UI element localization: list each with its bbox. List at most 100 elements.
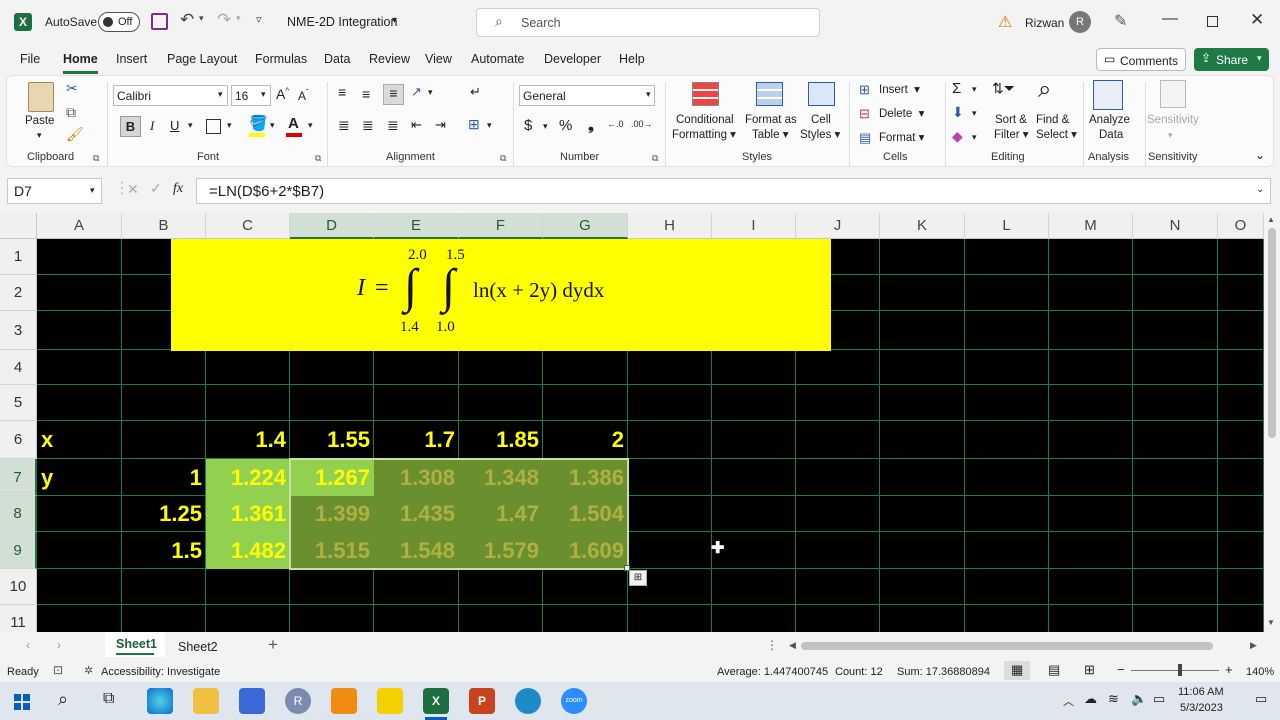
font-color-dropdown-icon[interactable]: ▾ [308,120,313,131]
row-header-5[interactable]: 5 [0,385,37,421]
increase-font-icon[interactable]: A^ [276,86,289,102]
scroll-down-icon[interactable]: ▼ [1267,618,1275,627]
quick-analysis-icon[interactable]: ⊞ [629,570,647,586]
warning-icon[interactable]: ⚠ [998,12,1012,32]
column-header-e[interactable]: E [374,213,459,239]
decrease-indent-icon[interactable]: ⇤ [411,117,422,133]
autosave-toggle[interactable]: Off [98,12,140,32]
insert-function-icon[interactable]: fx [173,181,183,197]
insert-cells-label[interactable]: Insert ▾ [879,83,920,97]
column-header-n[interactable]: N [1133,213,1218,239]
notification-icon[interactable]: ▭ [1255,691,1267,707]
sum-value[interactable]: Sum: 17.36880894 [897,666,990,678]
scroll-left-icon[interactable]: ◀ [789,640,796,651]
cell-b9[interactable]: 1.5 [122,532,206,569]
alignment-launcher-icon[interactable]: ⧉ [500,153,506,164]
bottom-align-icon[interactable]: ≡ [383,84,404,105]
cell-c7[interactable]: 1.224 [206,459,290,496]
column-header-o[interactable]: O [1218,213,1264,239]
clock-time[interactable]: 11:06 AM [1178,686,1224,698]
vertical-scroll-thumb[interactable] [1268,228,1276,438]
column-header-m[interactable]: M [1049,213,1133,239]
tab-home[interactable]: Home [63,52,98,66]
paste-icon[interactable] [28,82,54,112]
cancel-icon[interactable]: ✕ [127,181,139,198]
cell-g9[interactable]: 1.609 [543,532,628,569]
cell-g8[interactable]: 1.504 [543,496,628,532]
find-select-label-1[interactable]: Find & [1036,113,1069,127]
row-header-7[interactable]: 7 [0,459,37,496]
formula-input[interactable]: =LN(D$6+2*$B7) ⌄ [196,178,1271,204]
decrease-decimal-icon[interactable]: .00→ [631,119,653,129]
paste-dropdown-icon[interactable]: ▾ [37,128,42,142]
sort-filter-label-1[interactable]: Sort & [995,113,1027,127]
search-box[interactable]: ⌕ Search [476,8,820,37]
column-header-d[interactable]: D [290,213,374,239]
customize-toolbar-icon[interactable]: ▿ [256,13,262,26]
horizontal-scroll-thumb[interactable] [801,642,1213,650]
row-header-2[interactable]: 2 [0,275,37,311]
conditional-formatting-label-2[interactable]: Formatting ▾ [672,128,736,142]
minimize-icon[interactable]: — [1162,10,1178,28]
avatar[interactable]: R [1069,11,1091,33]
number-format-select[interactable]: General ▾ [519,85,655,106]
bold-button[interactable]: B [120,116,141,137]
column-header-i[interactable]: I [712,213,796,239]
paste-label[interactable]: Paste [25,114,54,128]
cell-e8[interactable]: 1.435 [374,496,459,532]
cell-d9[interactable]: 1.515 [290,532,374,569]
sort-filter-icon[interactable]: ⇅⏷ [992,80,1015,97]
tab-file[interactable]: File [20,52,40,66]
cell-styles-label-2[interactable]: Styles ▾ [800,128,840,142]
undo-icon[interactable]: ↶ [180,10,194,30]
wifi-icon[interactable]: ≋ [1108,691,1119,707]
task-view-icon[interactable]: ⧉ [103,690,114,708]
close-icon[interactable]: ✕ [1250,10,1264,30]
column-header-b[interactable]: B [122,213,206,239]
macro-record-icon[interactable]: ⊡ [53,663,63,677]
cell-a6[interactable]: x [37,421,122,459]
row-header-3[interactable]: 3 [0,311,37,350]
column-header-h[interactable]: H [628,213,712,239]
column-header-a[interactable]: A [37,213,122,239]
cell-f8[interactable]: 1.47 [459,496,543,532]
align-center-icon[interactable]: ≣ [362,117,374,134]
format-as-table-label-2[interactable]: Table ▾ [752,128,788,142]
tab-developer[interactable]: Developer [544,52,601,66]
cell-d6[interactable]: 1.55 [290,421,374,459]
column-header-g[interactable]: G [543,213,628,239]
cell-d8[interactable]: 1.399 [290,496,374,532]
sheet-tab-sheet1[interactable]: Sheet1 [105,632,165,657]
italic-button[interactable]: I [150,118,154,134]
enter-icon[interactable]: ✓ [150,180,162,197]
currency-icon[interactable]: $ [524,117,532,134]
zoom-slider-track[interactable] [1131,670,1219,671]
excel-taskbar-icon[interactable]: X [423,688,449,714]
store-icon[interactable] [239,688,265,714]
zoom-level[interactable]: 140% [1246,666,1274,678]
currency-dropdown-icon[interactable]: ▾ [543,121,548,132]
clock-date[interactable]: 5/3/2023 [1180,702,1223,714]
percent-icon[interactable]: % [559,117,572,134]
delete-cells-icon[interactable]: ⊟ [859,106,870,122]
next-sheet-icon[interactable]: › [57,638,61,652]
column-header-c[interactable]: C [206,213,290,239]
cell-c6[interactable]: 1.4 [206,421,290,459]
conditional-formatting-label-1[interactable]: Conditional [676,113,734,127]
decrease-font-icon[interactable]: Aˇ [298,88,309,103]
wrap-text-icon[interactable]: ↵ [470,84,481,100]
tab-data[interactable]: Data [324,52,350,66]
row-header-10[interactable]: 10 [0,569,37,605]
chevron-down-icon[interactable]: ▾ [392,15,397,26]
cell-g7[interactable]: 1.386 [543,459,628,496]
sort-filter-label-2[interactable]: Filter ▾ [994,128,1029,142]
analyze-data-label-1[interactable]: Analyze [1089,113,1130,127]
tab-split-handle-icon[interactable]: ⋮ [766,638,778,652]
accessibility-status[interactable]: Accessibility: Investigate [101,666,220,678]
cell-e6[interactable]: 1.7 [374,421,459,459]
analyze-data-label-2[interactable]: Data [1099,128,1123,142]
conditional-formatting-icon[interactable] [692,82,719,106]
fill-dropdown-icon[interactable]: ▾ [972,108,977,119]
powerpoint-icon[interactable]: P [469,688,495,714]
middle-align-icon[interactable]: ≡ [362,86,370,102]
